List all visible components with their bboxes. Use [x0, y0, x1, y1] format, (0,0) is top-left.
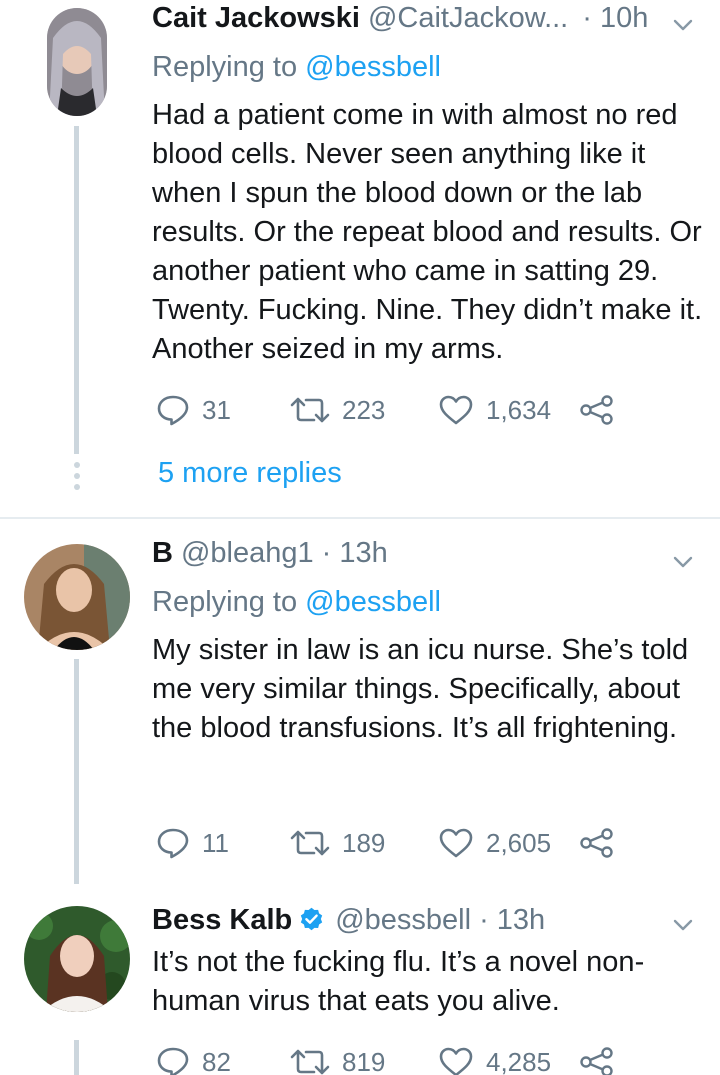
tweet-text: Had a patient come in with almost no red… [152, 99, 703, 365]
tweet-bess[interactable]: Bess Kalb @bessbell · 13h It’s not the f… [0, 884, 720, 1075]
replying-to-mention[interactable]: @bessbell [305, 586, 441, 618]
replying-to: Replying to @bessbell [152, 51, 441, 84]
tweet-actions: 11 189 2,605 [156, 826, 626, 860]
reply-icon [157, 395, 189, 426]
thread-line [74, 1040, 79, 1075]
tweet-cait[interactable]: Cait Jackowski @CaitJackow... · 10h Repl… [0, 0, 720, 518]
reply-button[interactable]: 11 [156, 826, 229, 860]
like-count: 2,605 [486, 827, 552, 858]
author-name[interactable]: B [152, 537, 173, 570]
tweet-actions: 31 223 1,634 [156, 393, 626, 427]
replying-to-label: Replying to [152, 586, 298, 618]
retweet-button[interactable]: 189 [290, 826, 385, 860]
reply-icon [157, 1047, 189, 1075]
tweet-actions: 82 819 4,285 [156, 1045, 626, 1075]
share-icon [580, 828, 613, 858]
like-count: 4,285 [486, 1046, 552, 1075]
thread-line [74, 659, 79, 884]
retweet-button[interactable]: 819 [290, 1045, 385, 1075]
more-replies-link[interactable]: 5 more replies [158, 457, 342, 490]
thread-dots [73, 462, 81, 495]
share-button[interactable] [580, 393, 614, 427]
thread-line [74, 126, 79, 454]
reply-count: 11 [202, 827, 229, 858]
timestamp[interactable]: · 13h [479, 904, 545, 937]
tweet-header: B @bleahg1 · 13h [152, 537, 680, 577]
author-handle[interactable]: @bleahg1 [181, 537, 314, 570]
author-name[interactable]: Cait Jackowski [152, 2, 360, 35]
replying-to-label: Replying to [152, 51, 298, 83]
chevron-down-icon[interactable] [672, 551, 694, 573]
reply-button[interactable]: 31 [156, 393, 231, 427]
like-button[interactable]: 1,634 [438, 393, 551, 427]
replying-to-mention[interactable]: @bessbell [305, 51, 441, 83]
heart-icon [439, 1047, 473, 1075]
like-count: 1,634 [486, 394, 552, 425]
author-handle[interactable]: @bessbell [335, 904, 471, 937]
avatar[interactable] [24, 906, 130, 1012]
retweet-count: 223 [342, 394, 386, 425]
author-handle[interactable]: @CaitJackow... [368, 2, 568, 35]
retweet-count: 819 [342, 1046, 386, 1075]
timestamp[interactable]: · 10h [582, 2, 648, 35]
author-name[interactable]: Bess Kalb [152, 904, 292, 937]
replying-to: Replying to @bessbell [152, 586, 441, 619]
tweet-header: Cait Jackowski @CaitJackow... · 10h [152, 2, 680, 42]
reply-icon [157, 828, 189, 859]
avatar[interactable] [47, 8, 107, 116]
heart-icon [439, 395, 473, 425]
reply-count: 31 [202, 394, 231, 425]
tweet-text: It’s not the fucking flu. It’s a novel n… [152, 946, 645, 1017]
chevron-down-icon[interactable] [672, 14, 694, 36]
heart-icon [439, 828, 473, 858]
reply-count: 82 [202, 1046, 231, 1075]
verified-badge-icon [301, 907, 323, 931]
share-icon [580, 1047, 613, 1075]
tweet-header: Bess Kalb @bessbell · 13h [152, 902, 680, 942]
tweet-text: My sister in law is an icu nurse. She’s … [152, 634, 689, 744]
retweet-button[interactable]: 223 [290, 393, 385, 427]
like-button[interactable]: 4,285 [438, 1045, 551, 1075]
timestamp[interactable]: · 13h [322, 537, 388, 570]
retweet-icon [290, 830, 330, 856]
reply-button[interactable]: 82 [156, 1045, 231, 1075]
retweet-icon [290, 397, 330, 423]
tweet-b[interactable]: B @bleahg1 · 13h Replying to @bessbell M… [0, 519, 720, 884]
avatar[interactable] [24, 544, 130, 650]
retweet-icon [290, 1049, 330, 1075]
chevron-down-icon[interactable] [672, 914, 694, 936]
share-button[interactable] [580, 1045, 614, 1075]
share-button[interactable] [580, 826, 614, 860]
like-button[interactable]: 2,605 [438, 826, 551, 860]
share-icon [580, 395, 613, 425]
retweet-count: 189 [342, 827, 386, 858]
